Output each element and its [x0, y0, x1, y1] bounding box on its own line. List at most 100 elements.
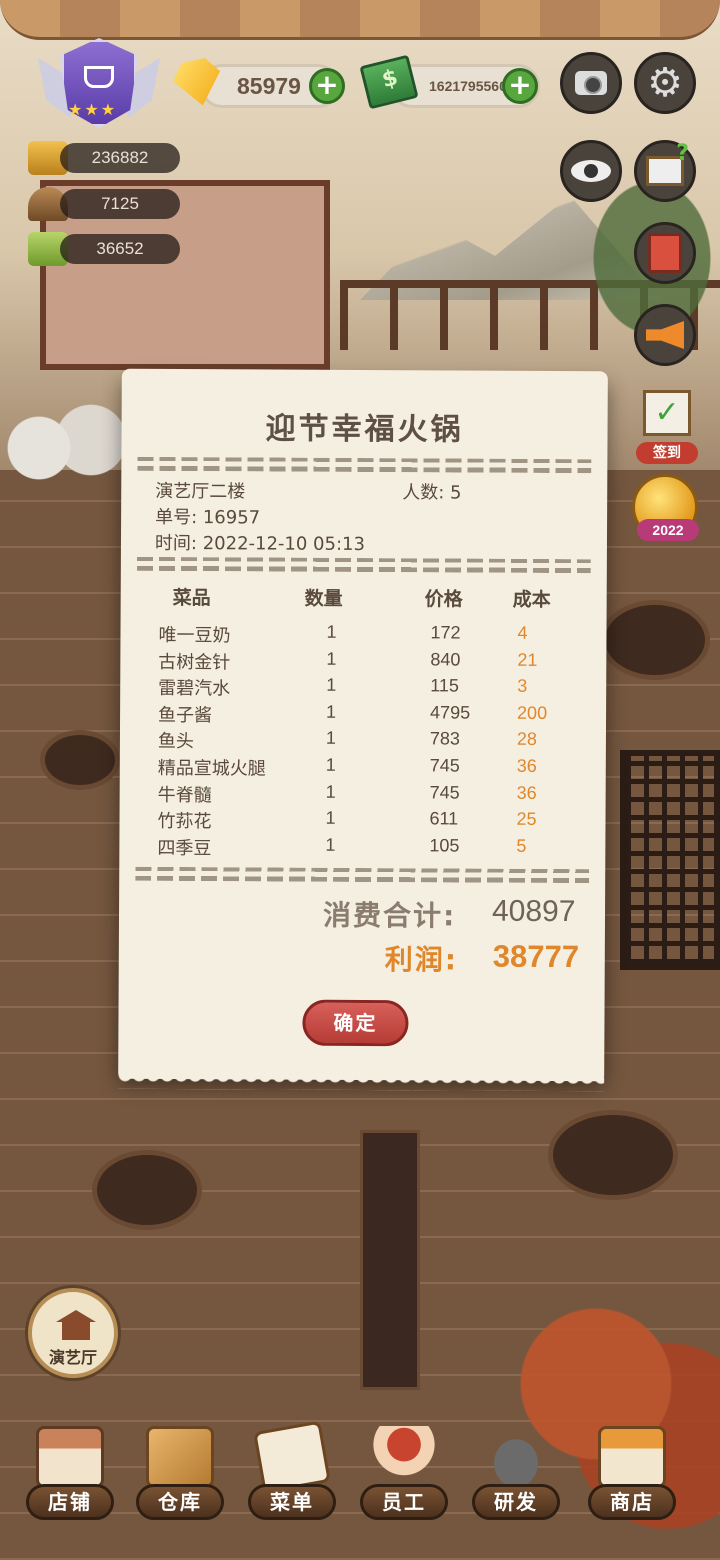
- divider: [137, 456, 592, 474]
- item-quantity: 1: [326, 701, 337, 722]
- nav-label: 员工: [360, 1484, 448, 1520]
- order-item-row: 精品宣城火腿 1 745 36: [120, 754, 606, 783]
- guest-count: 人数: 5: [402, 482, 462, 504]
- profit-label: 利润:: [384, 943, 459, 977]
- dining-table[interactable]: [548, 1110, 678, 1200]
- dining-table[interactable]: [40, 730, 120, 790]
- camera-button[interactable]: [560, 52, 622, 114]
- item-quantity: 1: [326, 621, 337, 642]
- hotpot-icon: [84, 66, 114, 88]
- event-year-label: 2022: [637, 519, 699, 541]
- item-name: 牛脊髓: [157, 784, 212, 806]
- top-curtain: [0, 0, 720, 40]
- item-price: 4795: [430, 702, 471, 723]
- confirm-button[interactable]: 确定: [302, 999, 409, 1047]
- wok-icon: [482, 1426, 550, 1488]
- total-value: 40897: [491, 894, 576, 929]
- nav-staff[interactable]: 员工: [356, 1420, 452, 1530]
- item-price: 745: [429, 755, 460, 776]
- order-item-row: 雷碧汽水 1 115 3: [120, 674, 606, 703]
- nav-research[interactable]: 研发: [468, 1420, 564, 1530]
- item-cost: 21: [517, 649, 538, 670]
- divider: [135, 866, 590, 884]
- total-label: 消费合计:: [322, 898, 457, 933]
- item-cost: 3: [517, 675, 528, 697]
- market-stall-icon: [598, 1426, 666, 1488]
- stat-hotpot: 236882: [28, 140, 180, 176]
- item-quantity: 1: [325, 728, 337, 749]
- nav-label: 菜单: [248, 1484, 336, 1520]
- col-cost: 成本: [512, 588, 551, 611]
- recipe-book-button[interactable]: [634, 222, 696, 284]
- settings-button[interactable]: ⚙: [634, 52, 696, 114]
- lattice-window: [620, 750, 720, 970]
- nav-label: 商店: [588, 1484, 676, 1520]
- item-name: 四季豆: [157, 837, 212, 860]
- item-cost: 4: [517, 622, 528, 643]
- crates-icon: [146, 1426, 214, 1488]
- item-cost: 200: [517, 702, 548, 723]
- order-number: 单号: 16957: [155, 506, 261, 529]
- item-quantity: 1: [326, 674, 337, 696]
- item-cost: 28: [516, 729, 538, 750]
- gem-value: 85979: [237, 72, 301, 99]
- eye-icon: [571, 160, 611, 182]
- checkmark-icon: ✓: [643, 390, 691, 436]
- dining-table[interactable]: [92, 1150, 202, 1230]
- order-item-row: 四季豆 1 105 5: [119, 834, 605, 863]
- camera-icon: [575, 71, 607, 95]
- star-rating-icon: ★★★: [68, 100, 118, 119]
- nav-shop-front[interactable]: 店铺: [22, 1420, 118, 1530]
- item-quantity: 1: [325, 807, 336, 829]
- col-price: 价格: [424, 588, 463, 611]
- guide-button[interactable]: [634, 140, 696, 202]
- nav-menu[interactable]: 菜单: [244, 1420, 340, 1530]
- bottom-nav: 店铺 仓库 菜单 员工 研发 商店: [0, 1420, 720, 1560]
- item-cost: 5: [516, 835, 527, 856]
- stat-ticket: 36652: [28, 231, 180, 267]
- item-name: 竹荪花: [157, 811, 212, 833]
- item-quantity: 1: [325, 781, 336, 802]
- announcement-button[interactable]: [634, 304, 696, 366]
- help-book-icon: [646, 141, 689, 186]
- item-cost: 25: [516, 808, 537, 830]
- order-item-row: 鱼头 1 783 28: [120, 727, 606, 756]
- item-price: 115: [430, 675, 459, 696]
- nav-label: 店铺: [26, 1484, 114, 1520]
- rank-badge[interactable]: ★★★: [38, 38, 160, 132]
- item-cost: 36: [516, 782, 537, 803]
- stat-cloche: 7125: [28, 186, 180, 222]
- checkin-button[interactable]: ✓ 签到: [636, 390, 698, 464]
- item-quantity: 1: [325, 754, 336, 775]
- checkin-label: 签到: [636, 442, 698, 464]
- nav-store[interactable]: 商店: [584, 1420, 680, 1530]
- order-item-list: 唯一豆奶 1 172 4 古树金针 1 840 21 雷碧汽水 1 115 3 鱼子酱 1 4795 200 鱼…: [122, 375, 608, 859]
- nav-warehouse[interactable]: 仓库: [132, 1420, 228, 1530]
- recipe-book-icon: [648, 233, 682, 273]
- event-2022-button[interactable]: 2022: [632, 474, 699, 541]
- item-name: 古树金针: [158, 651, 231, 673]
- order-item-row: 鱼子酱 1 4795 200: [120, 701, 606, 730]
- item-price: 840: [430, 648, 461, 670]
- item-name: 鱼头: [157, 731, 194, 753]
- gear-icon: ⚙: [647, 60, 683, 106]
- col-dish: 菜品: [172, 587, 211, 610]
- col-quantity: 数量: [304, 587, 343, 610]
- nav-label: 仓库: [136, 1484, 224, 1520]
- order-item-row: 唯一豆奶 1 172 4: [120, 621, 606, 650]
- order-receipt-dialog: 迎节幸福火锅 演艺厅二楼 人数: 5 单号: 16957 时间: 2022-12…: [118, 374, 608, 1082]
- item-quantity: 1: [325, 834, 336, 855]
- room-name: 演艺厅二楼: [155, 480, 246, 503]
- performance-hall-button[interactable]: 演艺厅: [28, 1288, 118, 1378]
- pavilion-icon: [56, 1310, 96, 1340]
- nav-label: 研发: [472, 1484, 560, 1520]
- order-item-row: 竹荪花 1 611 25: [119, 807, 605, 836]
- divider: [136, 556, 591, 574]
- dining-table[interactable]: [600, 600, 710, 680]
- add-gems-button[interactable]: +: [309, 68, 345, 104]
- item-name: 鱼子酱: [158, 704, 213, 727]
- add-cash-button[interactable]: +: [502, 68, 538, 104]
- item-cost: 36: [516, 755, 537, 776]
- cash-value: 1621795560: [429, 78, 507, 94]
- view-button[interactable]: [560, 140, 622, 202]
